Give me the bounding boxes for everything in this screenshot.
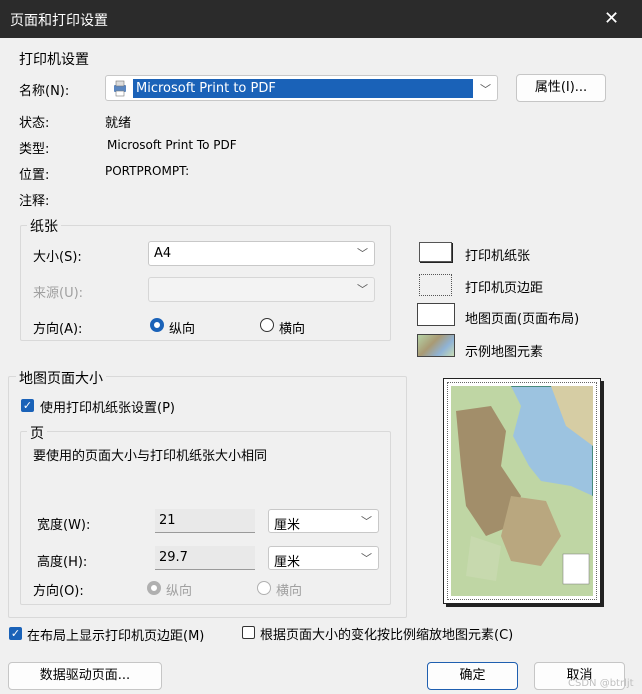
map-page-key: 地图页面(页面布局) (465, 312, 580, 327)
chevron-down-icon: ﹀ (357, 247, 368, 260)
properties-button[interactable]: 属性(I)... (516, 74, 606, 102)
type-label: 类型: (19, 142, 50, 157)
printer-margin-swatch (419, 274, 452, 296)
width-label: 宽度(W): (37, 518, 91, 533)
paper-source-label: 来源(U): (33, 286, 84, 301)
page-landscape-radio[interactable] (257, 581, 271, 595)
height-label: 高度(H): (37, 555, 88, 570)
printer-icon (112, 79, 128, 97)
landscape-radio[interactable] (260, 318, 274, 332)
paper-size-value: A4 (154, 246, 172, 261)
ok-button[interactable]: 确定 (427, 662, 518, 690)
sample-map-image (451, 386, 593, 596)
show-margins-checkbox[interactable]: ✓ (9, 627, 22, 640)
portrait-radio[interactable] (150, 318, 164, 332)
height-unit-value: 厘米 (274, 555, 301, 570)
page-portrait-label[interactable]: 纵向 (166, 580, 192, 599)
use-printer-checkbox[interactable]: ✓ (21, 399, 34, 412)
portrait-label[interactable]: 纵向 (169, 318, 195, 337)
status-label: 状态: (19, 116, 50, 131)
chevron-down-icon: ﹀ (480, 83, 491, 96)
height-unit-select[interactable]: 厘米 ﹀ (268, 546, 379, 570)
printer-name-select[interactable]: Microsoft Print to PDF ﹀ (105, 75, 498, 101)
height-value: 29.7 (159, 550, 188, 565)
close-icon[interactable]: ✕ (604, 8, 619, 29)
chevron-down-icon: ﹀ (357, 283, 368, 296)
page-preview (443, 378, 601, 604)
data-driven-pages-button[interactable]: 数据驱动页面... (8, 662, 162, 690)
sample-map-swatch (417, 334, 455, 357)
page-description: 要使用的页面大小与打印机纸张大小相同 (33, 449, 268, 464)
page-subgroup-label: 页 (27, 423, 47, 443)
paper-orientation-label: 方向(A): (33, 322, 83, 337)
page-landscape-label[interactable]: 横向 (276, 580, 302, 599)
chevron-down-icon: ﹀ (361, 552, 372, 565)
printer-group-label: 打印机设置 (16, 49, 92, 69)
paper-source-select[interactable]: ﹀ (148, 277, 375, 302)
show-margins-label[interactable]: 在布局上显示打印机页边距(M) (27, 625, 204, 644)
page-portrait-radio[interactable] (147, 581, 161, 595)
width-value: 21 (159, 513, 176, 528)
status-value: 就绪 (105, 116, 132, 131)
window-title: 页面和打印设置 (10, 13, 108, 29)
use-printer-label[interactable]: 使用打印机纸张设置(P) (40, 397, 175, 416)
location-value: PORTPROMPT: (105, 164, 190, 178)
page-orientation-label: 方向(O): (33, 584, 84, 599)
width-unit-value: 厘米 (274, 518, 301, 533)
type-value: Microsoft Print To PDF (107, 138, 237, 152)
title-bar: 页面和打印设置 ✕ (0, 0, 642, 38)
scale-elements-checkbox[interactable] (242, 626, 255, 639)
printer-paper-key: 打印机纸张 (465, 249, 531, 264)
map-page-size-label: 地图页面大小 (16, 368, 106, 388)
scale-elements-label[interactable]: 根据页面大小的变化按比例缩放地图元素(C) (260, 624, 513, 643)
chevron-down-icon: ﹀ (361, 515, 372, 528)
comment-label: 注释: (19, 194, 50, 209)
printer-margin-key: 打印机页边距 (465, 281, 544, 296)
location-label: 位置: (19, 168, 50, 183)
paper-size-label: 大小(S): (33, 250, 82, 265)
printer-name-value: Microsoft Print to PDF (133, 79, 473, 98)
printer-paper-swatch (419, 242, 452, 262)
width-unit-select[interactable]: 厘米 ﹀ (268, 509, 379, 533)
watermark: CSDN @btrljt (568, 678, 634, 689)
width-input[interactable]: 21 (155, 509, 255, 533)
paper-group-label: 纸张 (27, 216, 61, 236)
height-input[interactable]: 29.7 (155, 546, 255, 570)
map-page-swatch (417, 303, 455, 326)
landscape-label[interactable]: 横向 (279, 318, 305, 337)
sample-elements-key: 示例地图元素 (465, 345, 544, 360)
paper-size-select[interactable]: A4 ﹀ (148, 241, 375, 266)
printer-name-label: 名称(N): (19, 84, 70, 99)
